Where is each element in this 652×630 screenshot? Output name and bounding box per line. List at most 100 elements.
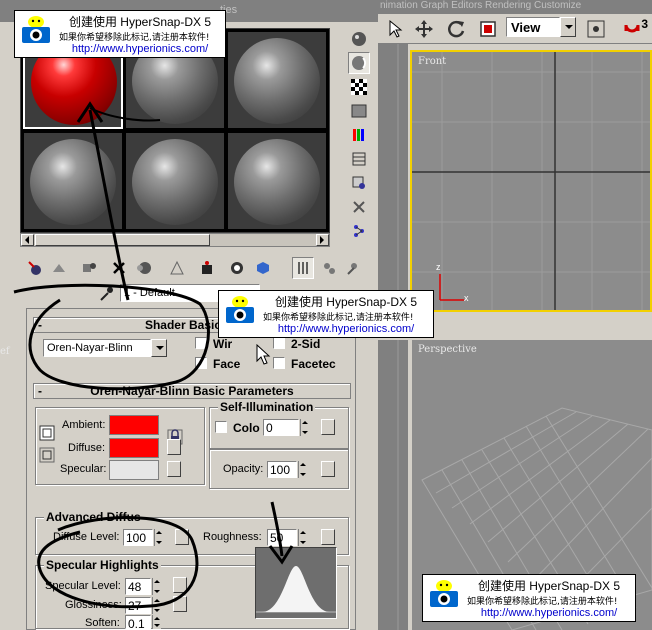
- select-by-material-icon[interactable]: [348, 196, 370, 218]
- pick-material-from-object-icon[interactable]: [342, 257, 364, 279]
- opacity-spinner[interactable]: [298, 461, 307, 478]
- onb-basic-rollout-header[interactable]: - Oren-Nayar-Blinn Basic Parameters: [33, 383, 351, 399]
- ambient-color-swatch[interactable]: [109, 415, 159, 435]
- roughness-field[interactable]: 50: [267, 529, 297, 546]
- sample-type-sphere-icon[interactable]: [348, 28, 370, 50]
- make-preview-icon[interactable]: [348, 148, 370, 170]
- soften-spinner[interactable]: [152, 615, 161, 629]
- go-to-parent-icon[interactable]: [292, 257, 314, 279]
- self-illum-color-checkbox[interactable]: [215, 421, 227, 433]
- sample-slot-4[interactable]: [23, 132, 123, 230]
- specular-map-button[interactable]: [167, 461, 181, 477]
- front-viewport-label[interactable]: Front: [418, 56, 446, 67]
- glossiness-spinner[interactable]: [152, 597, 161, 614]
- self-illum-spinner[interactable]: [300, 419, 309, 436]
- self-illum-map-button[interactable]: [321, 419, 335, 435]
- main-menu-bar: nimation Graph Editors Rendering Customi…: [378, 0, 652, 14]
- scroll-left-button[interactable]: [21, 234, 34, 246]
- sample-uv-tiling-icon[interactable]: [348, 100, 370, 122]
- menu-text[interactable]: nimation Graph Editors Rendering Customi…: [380, 0, 581, 11]
- sample-slot-3[interactable]: [227, 31, 327, 129]
- specular-color-swatch[interactable]: [109, 460, 159, 480]
- scroll-right-button[interactable]: [316, 234, 329, 246]
- collapse-icon: -: [38, 384, 42, 398]
- watermark-title: 创建使用 HyperSnap-DX 5: [274, 295, 418, 309]
- diffuse-level-map-button[interactable]: [175, 529, 189, 545]
- get-material-icon[interactable]: [24, 257, 46, 279]
- roughness-spinner[interactable]: [298, 529, 307, 546]
- rotate-icon[interactable]: [444, 17, 468, 41]
- pivot-center-icon[interactable]: [584, 17, 608, 41]
- select-icon[interactable]: [384, 17, 408, 41]
- material-effects-channel-icon[interactable]: [196, 257, 218, 279]
- watermark-url[interactable]: http://www.hyperionics.com/: [467, 607, 631, 619]
- shader-type-dropdown[interactable]: Oren-Nayar-Blinn: [43, 339, 167, 357]
- mouse-cursor-icon: [256, 344, 271, 365]
- watermark-url[interactable]: http://www.hyperionics.com/: [263, 323, 429, 335]
- chevron-down-icon[interactable]: [560, 17, 576, 37]
- reference-coordinate-dropdown[interactable]: View: [506, 17, 576, 37]
- faceted-checkbox[interactable]: [273, 357, 285, 369]
- snap-badge: 3: [641, 17, 648, 31]
- opacity-map-button[interactable]: [321, 461, 335, 477]
- roughness-map-button[interactable]: [321, 529, 335, 545]
- wire-checkbox[interactable]: [195, 337, 207, 349]
- diffuse-level-spinner[interactable]: [154, 529, 163, 546]
- face-map-checkbox[interactable]: [195, 357, 207, 369]
- scale-icon[interactable]: [476, 17, 500, 41]
- specular-highlights-title: Specular Highlights: [44, 558, 161, 572]
- put-material-to-scene-icon[interactable]: [48, 257, 70, 279]
- sample-slot-6[interactable]: [227, 132, 327, 230]
- diffuse-color-swatch[interactable]: [109, 438, 159, 458]
- hypersnap-watermark-3: 创建使用 HyperSnap-DX 5 如果你希望移除此标记,请注册本软件! h…: [422, 574, 636, 622]
- perspective-viewport-label[interactable]: Perspective: [418, 344, 477, 355]
- material-sphere: [234, 38, 320, 124]
- options-icon[interactable]: [348, 172, 370, 194]
- reset-map-icon[interactable]: [108, 257, 130, 279]
- move-icon[interactable]: [412, 17, 436, 41]
- hypersnap-watermark-1: 创建使用 HyperSnap-DX 5 如果你希望移除此标记,请注册本软件! h…: [14, 10, 226, 58]
- backlight-icon[interactable]: [348, 52, 370, 74]
- soften-label: Soften:: [85, 617, 120, 629]
- sample-slot-5[interactable]: [125, 132, 225, 230]
- specular-level-spinner[interactable]: [152, 578, 161, 595]
- chevron-down-icon[interactable]: [151, 339, 167, 357]
- watermark-title: 创建使用 HyperSnap-DX 5: [68, 15, 212, 29]
- background-checker-icon[interactable]: [348, 76, 370, 98]
- assign-material-icon[interactable]: [78, 257, 100, 279]
- axis-z-label: z: [436, 262, 441, 272]
- self-illum-value-field[interactable]: 0: [263, 419, 299, 436]
- put-to-library-icon[interactable]: [166, 257, 188, 279]
- soften-field[interactable]: 0.1: [125, 615, 151, 630]
- sample-slots-scrollbar[interactable]: [20, 233, 330, 247]
- scroll-thumb[interactable]: [35, 234, 210, 246]
- sample-slots-grid: [20, 28, 330, 233]
- watermark-url[interactable]: http://www.hyperionics.com/: [59, 43, 221, 55]
- material-map-navigator-icon[interactable]: [348, 220, 370, 242]
- video-color-check-icon[interactable]: [348, 124, 370, 146]
- specular-level-map-button[interactable]: [173, 577, 187, 593]
- front-viewport[interactable]: Front z x: [410, 50, 652, 312]
- eyedropper-icon[interactable]: [98, 286, 114, 305]
- snap-toggle-icon[interactable]: 3: [616, 17, 650, 41]
- diffuse-level-field[interactable]: 100: [123, 529, 153, 546]
- show-map-in-viewport-icon[interactable]: [226, 257, 248, 279]
- hypersnap-watermark-2: 创建使用 HyperSnap-DX 5 如果你希望移除此标记,请注册本软件! h…: [218, 290, 434, 338]
- diffuse-specular-lock-button[interactable]: [39, 447, 55, 463]
- opacity-label: Opacity:: [223, 463, 264, 475]
- show-end-result-icon[interactable]: [252, 257, 274, 279]
- go-forward-to-sibling-icon[interactable]: [318, 257, 340, 279]
- ambient-diffuse-lock-button[interactable]: [39, 425, 55, 441]
- specular-highlight-curve: [255, 547, 337, 619]
- diffuse-map-button[interactable]: [167, 439, 181, 455]
- opacity-field[interactable]: 100: [267, 461, 297, 478]
- left-viewport-label: ef: [0, 346, 10, 357]
- material-editor-toolbar: [20, 254, 372, 282]
- diffuse-level-label: Diffuse Level:: [53, 531, 120, 543]
- make-unique-icon[interactable]: [132, 257, 154, 279]
- glossiness-map-button[interactable]: [173, 596, 187, 612]
- specular-level-field[interactable]: 48: [125, 578, 151, 595]
- glossiness-field[interactable]: 27: [125, 597, 151, 614]
- two-sided-checkbox[interactable]: [273, 337, 285, 349]
- collapse-icon: -: [38, 318, 42, 332]
